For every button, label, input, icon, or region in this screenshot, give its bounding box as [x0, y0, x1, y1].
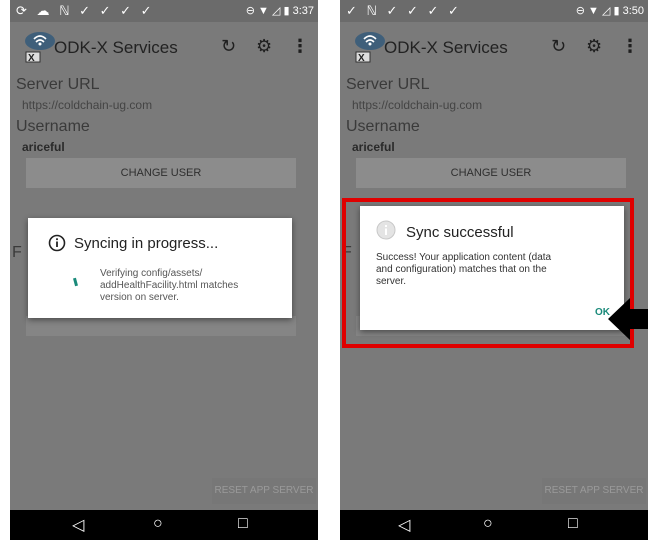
battery-icon: ▮	[613, 5, 620, 17]
back-nav-icon[interactable]: ◁	[398, 515, 410, 535]
overflow-menu-icon[interactable]: ⋮	[291, 36, 309, 57]
app-title: ODK-X Services	[384, 38, 508, 57]
navigation-bar: ◁ ○ □	[10, 510, 318, 540]
signal-icon: ◿	[271, 5, 281, 17]
svg-text:X: X	[28, 53, 35, 64]
username-label: Username	[346, 118, 420, 135]
right-phone-screen: ✓ ℕ ✓ ✓ ✓ ✓ ⊖ ▼ ◿ ▮ 3:50 X ODK-X Service…	[340, 0, 648, 540]
dialog-message-line: version on server.	[100, 292, 179, 303]
sync-icon[interactable]: ↻	[221, 36, 236, 57]
info-icon	[48, 234, 66, 252]
settings-gear-icon[interactable]: ⚙	[586, 36, 602, 57]
server-url-label: Server URL	[16, 76, 100, 93]
dialog-message: Verifying config/assets/ addHealthFacili…	[100, 268, 280, 304]
reset-app-server-button[interactable]: RESET APP SERVER	[542, 478, 646, 504]
syncing-dialog: Syncing in progress... Verifying config/…	[28, 218, 292, 318]
dialog-message-line: addHealthFacility.html matches	[100, 280, 239, 291]
dialog-title: Syncing in progress...	[74, 235, 219, 252]
obscured-label: F	[12, 244, 22, 261]
wifi-icon: ▼	[587, 5, 599, 17]
status-bar: ⟳ ☁ ℕ ✓ ✓ ✓ ✓ ⊖ ▼ ◿ ▮ 3:37	[10, 0, 318, 22]
battery-icon: ▮	[283, 5, 290, 17]
obscured-button	[26, 316, 296, 336]
app-bar: X ODK-X Services ↻ ⚙ ⋮	[10, 22, 318, 72]
dialog-message-line: Verifying config/assets/	[100, 268, 203, 279]
status-time: 3:50	[622, 5, 644, 17]
sync-icon[interactable]: ↻	[551, 36, 566, 57]
status-right: ⊖ ▼ ◿ ▮ 3:50	[576, 4, 644, 17]
notification-icons: ✓ ℕ ✓ ✓ ✓ ✓	[346, 3, 462, 18]
wifi-icon: ▼	[257, 5, 269, 17]
dnd-icon: ⊖	[245, 5, 255, 17]
app-bar: X ODK-X Services ↻ ⚙ ⋮	[340, 22, 648, 72]
recents-nav-icon[interactable]: □	[238, 515, 248, 533]
highlight-box	[342, 198, 634, 348]
app-title: ODK-X Services	[54, 38, 178, 57]
left-phone-screen: ⟳ ☁ ℕ ✓ ✓ ✓ ✓ ⊖ ▼ ◿ ▮ 3:37 X ODK-X Servi…	[10, 0, 318, 540]
back-nav-icon[interactable]: ◁	[72, 515, 84, 535]
username-label: Username	[16, 118, 90, 135]
username-value: ariceful	[352, 140, 395, 154]
settings-gear-icon[interactable]: ⚙	[256, 36, 272, 57]
signal-icon: ◿	[601, 5, 611, 17]
change-user-button[interactable]: CHANGE USER	[26, 158, 296, 188]
server-url-label: Server URL	[346, 76, 430, 93]
server-url-value: https://coldchain-ug.com	[22, 98, 153, 112]
overflow-menu-icon[interactable]: ⋮	[621, 36, 639, 57]
reset-app-server-button[interactable]: RESET APP SERVER	[212, 478, 316, 504]
home-nav-icon[interactable]: ○	[153, 515, 163, 533]
notification-icons: ⟳ ☁ ℕ ✓ ✓ ✓ ✓	[16, 3, 155, 18]
pointer-arrow-icon	[608, 298, 648, 340]
home-nav-icon[interactable]: ○	[483, 515, 493, 533]
status-bar: ✓ ℕ ✓ ✓ ✓ ✓ ⊖ ▼ ◿ ▮ 3:50	[340, 0, 648, 22]
dnd-icon: ⊖	[575, 5, 585, 17]
change-user-button[interactable]: CHANGE USER	[356, 158, 626, 188]
username-value: ariceful	[22, 140, 65, 154]
status-right: ⊖ ▼ ◿ ▮ 3:37	[246, 4, 314, 17]
status-time: 3:37	[292, 5, 314, 17]
navigation-bar: ◁ ○ □	[340, 510, 648, 540]
svg-text:X: X	[358, 53, 365, 64]
progress-spinner	[73, 277, 78, 287]
recents-nav-icon[interactable]: □	[568, 515, 578, 533]
server-url-value: https://coldchain-ug.com	[352, 98, 483, 112]
